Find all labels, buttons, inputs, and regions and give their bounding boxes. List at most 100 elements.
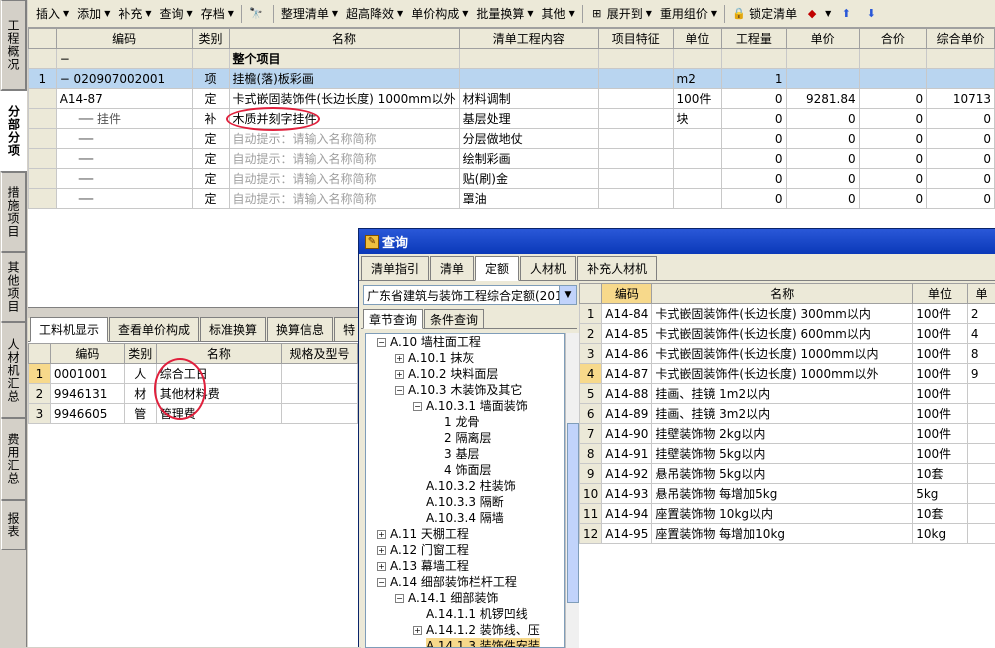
cell-qty[interactable]: 0 bbox=[722, 169, 786, 189]
table-row[interactable]: ──定自动提示：请输入名称简称罩油0000 bbox=[29, 189, 995, 209]
column-header[interactable]: 清单工程内容 bbox=[459, 29, 598, 49]
column-header[interactable]: 单位 bbox=[673, 29, 722, 49]
resource-tab-2[interactable]: 查看单价构成 bbox=[109, 317, 199, 341]
cell-price[interactable]: 0 bbox=[786, 129, 859, 149]
cell-unit[interactable]: 100件 bbox=[673, 89, 722, 109]
side-tab-7[interactable]: 报表 bbox=[1, 500, 26, 550]
cell-name[interactable]: 悬吊装饰物 每增加5kg bbox=[652, 484, 913, 504]
cell-feature[interactable] bbox=[598, 109, 673, 129]
cell-feature[interactable] bbox=[598, 189, 673, 209]
side-tab-3[interactable]: 措施项目 bbox=[1, 172, 26, 252]
cell-comp[interactable]: 10713 bbox=[927, 89, 995, 109]
column-header[interactable]: 单位 bbox=[913, 284, 968, 304]
cell-name[interactable]: 综合工日 bbox=[156, 364, 281, 384]
cell-unit[interactable]: 块 bbox=[673, 109, 722, 129]
toolbar-button-5[interactable]: 存档▼ bbox=[197, 3, 238, 25]
cell-feature[interactable] bbox=[598, 49, 673, 69]
cell-code[interactable]: A14-85 bbox=[602, 324, 652, 344]
cell-code[interactable]: 9946131 bbox=[50, 384, 124, 404]
cell-qty[interactable]: 0 bbox=[722, 149, 786, 169]
cell-p[interactable] bbox=[967, 504, 995, 524]
cell-name[interactable]: 木质并刻字挂件 bbox=[229, 109, 459, 129]
cell-total[interactable]: 0 bbox=[859, 169, 927, 189]
tree-node[interactable]: −A.14.1 细部装饰 bbox=[395, 590, 498, 606]
cell-name[interactable]: 其他材料费 bbox=[156, 384, 281, 404]
cell-code[interactable]: A14-95 bbox=[602, 524, 652, 544]
cell-total[interactable]: 0 bbox=[859, 129, 927, 149]
cell-name[interactable]: 座置装饰物 10kg以内 bbox=[652, 504, 913, 524]
search-mode-tab-2[interactable]: 条件查询 bbox=[424, 309, 484, 328]
cell-code[interactable]: ── bbox=[56, 169, 192, 189]
cell-price[interactable] bbox=[786, 49, 859, 69]
cell-feature[interactable] bbox=[598, 89, 673, 109]
cell-spec[interactable] bbox=[282, 364, 358, 384]
toolbar-button-9[interactable]: 单价构成▼ bbox=[407, 3, 472, 25]
cell-name[interactable]: 卡式嵌固装饰件(长边长度) 1000mm以外 bbox=[229, 89, 459, 109]
cell-name[interactable]: 卡式嵌固装饰件(长边长度) 1000mm以内 bbox=[652, 344, 913, 364]
column-header[interactable]: 综合单价 bbox=[927, 29, 995, 49]
cell-unit[interactable] bbox=[673, 129, 722, 149]
toolbar-button-16[interactable]: ⬆ bbox=[835, 3, 860, 25]
cell-unit[interactable]: 100件 bbox=[913, 444, 968, 464]
cell-content[interactable] bbox=[459, 69, 598, 89]
cell-name[interactable]: 挂画、挂镜 3m2以内 bbox=[652, 404, 913, 424]
cell-p[interactable] bbox=[967, 524, 995, 544]
cell-code[interactable]: 0001001 bbox=[50, 364, 124, 384]
expand-icon[interactable]: + bbox=[377, 546, 386, 555]
cell-total[interactable] bbox=[859, 69, 927, 89]
cell-name[interactable]: 自动提示：请输入名称简称 bbox=[229, 189, 459, 209]
cell-code[interactable]: A14-90 bbox=[602, 424, 652, 444]
column-header[interactable] bbox=[29, 29, 57, 49]
cell-unit[interactable]: 5kg bbox=[913, 484, 968, 504]
expand-icon[interactable]: + bbox=[413, 626, 422, 635]
toolbar-button-1[interactable]: 插入▼ bbox=[32, 3, 73, 25]
cell-qty[interactable]: 1 bbox=[722, 69, 786, 89]
tree-node[interactable]: −A.10.3.1 墙面装饰 bbox=[413, 398, 528, 414]
table-row[interactable]: ── 挂件补木质并刻字挂件基层处理块0000 bbox=[29, 109, 995, 129]
cell-unit[interactable]: 100件 bbox=[913, 404, 968, 424]
cell-qty[interactable]: 0 bbox=[722, 89, 786, 109]
cell-unit[interactable]: 100件 bbox=[913, 344, 968, 364]
toolbar-button-11[interactable]: 其他▼ bbox=[538, 3, 579, 25]
toolbar-button-7[interactable]: 整理清单▼ bbox=[277, 3, 342, 25]
cell-type[interactable]: 材 bbox=[124, 384, 156, 404]
tree-node[interactable]: +A.10.2 块料面层 bbox=[395, 366, 498, 382]
table-row[interactable]: 1− 020907002001项挂檐(落)板彩画m21 bbox=[29, 69, 995, 89]
table-row[interactable]: 1A14-84卡式嵌固装饰件(长边长度) 300mm以内100件2 bbox=[580, 304, 995, 324]
chevron-down-icon[interactable]: ▼ bbox=[559, 286, 576, 304]
column-header[interactable]: 名称 bbox=[156, 344, 281, 364]
column-header[interactable]: 项目特征 bbox=[598, 29, 673, 49]
dialog-tab-1[interactable]: 清单指引 bbox=[361, 256, 429, 280]
cell-p[interactable] bbox=[967, 444, 995, 464]
cell-p[interactable] bbox=[967, 484, 995, 504]
toolbar-button-14[interactable]: 🔒锁定清单 bbox=[728, 3, 801, 25]
cell-name[interactable]: 卡式嵌固装饰件(长边长度) 1000mm以外 bbox=[652, 364, 913, 384]
dialog-tab-3[interactable]: 定额 bbox=[475, 256, 519, 281]
table-row[interactable]: 11A14-94座置装饰物 10kg以内10套 bbox=[580, 504, 995, 524]
cell-unit[interactable]: 10套 bbox=[913, 504, 968, 524]
dialog-tab-4[interactable]: 人材机 bbox=[520, 256, 576, 280]
tree-node[interactable]: −A.10 墙柱面工程 bbox=[377, 334, 481, 350]
toolbar-button-12[interactable]: ⊞展开到▼ bbox=[586, 3, 656, 25]
cell-name[interactable]: 整个项目 bbox=[229, 49, 459, 69]
cell-name[interactable]: 自动提示：请输入名称简称 bbox=[229, 129, 459, 149]
cell-price[interactable] bbox=[786, 69, 859, 89]
tree-node[interactable]: +A.12 门窗工程 bbox=[377, 542, 469, 558]
cell-code[interactable]: A14-84 bbox=[602, 304, 652, 324]
side-tab-6[interactable]: 费用汇总 bbox=[1, 418, 26, 500]
column-header[interactable]: 编码 bbox=[602, 284, 652, 304]
cell-name[interactable]: 座置装饰物 每增加10kg bbox=[652, 524, 913, 544]
cell-price[interactable]: 9281.84 bbox=[786, 89, 859, 109]
column-header[interactable]: 编码 bbox=[56, 29, 192, 49]
cell-unit[interactable] bbox=[673, 189, 722, 209]
tree-node[interactable]: A.10.3.3 隔断 bbox=[426, 494, 504, 510]
table-row[interactable]: −整个项目 bbox=[29, 49, 995, 69]
cell-code[interactable]: A14-93 bbox=[602, 484, 652, 504]
column-header[interactable] bbox=[580, 284, 602, 304]
cell-type[interactable]: 补 bbox=[192, 109, 229, 129]
cell-price[interactable]: 0 bbox=[786, 109, 859, 129]
collapse-icon[interactable]: − bbox=[395, 386, 404, 395]
table-row[interactable]: 12A14-95座置装饰物 每增加10kg10kg bbox=[580, 524, 995, 544]
cell-content[interactable] bbox=[459, 49, 598, 69]
table-row[interactable]: ──定自动提示：请输入名称简称分层做地仗0000 bbox=[29, 129, 995, 149]
